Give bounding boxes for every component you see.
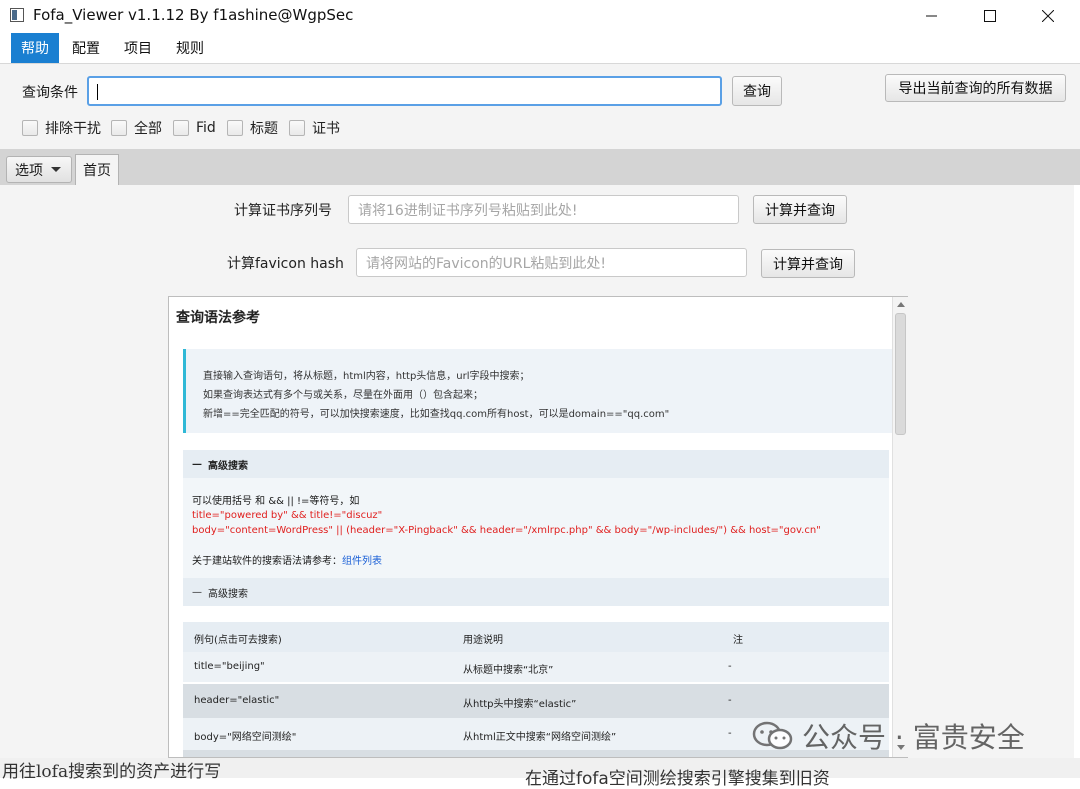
info-line: 如果查询表达式有多个与或关系，尽量在外面用（）包含起来； [203, 390, 483, 401]
table-row[interactable]: header="elastic" 从http头中搜索“elastic” - [183, 684, 889, 718]
export-all-button[interactable]: 导出当前查询的所有数据 [885, 74, 1066, 102]
cert-calc-button[interactable]: 计算并查询 [753, 195, 847, 224]
favicon-url-input[interactable]: 请将网站的Favicon的URL粘贴到此处! [356, 248, 747, 277]
cert-label: 计算证书序列号 [234, 203, 332, 219]
menu-help[interactable]: 帮助 [11, 33, 59, 63]
query-input[interactable] [87, 76, 722, 106]
cert-serial-input[interactable]: 请将16进制证书序列号粘贴到此处! [348, 195, 739, 224]
background-text: 用往lofa搜索到的资产进行写 [2, 762, 222, 782]
tab-home[interactable]: 首页 [75, 154, 119, 185]
advanced-intro: 可以使用括号 和 && || !=等符号，如 [192, 496, 360, 507]
syntax-reference-panel[interactable]: 查询语法参考 直接输入查询语句，将从标题，html内容，http头信息，url字… [168, 296, 908, 758]
info-line: 新增==完全匹配的符号，可以加快搜索速度，比如查找qq.com所有host，可以… [203, 409, 670, 420]
example-syntax: body="content=WordPress" || (header="X-P… [192, 525, 821, 536]
checkbox-box [111, 120, 127, 136]
query-panel: 查询条件 查询 导出当前查询的所有数据 排除干扰 全部 Fid 标题 证书 [0, 64, 1080, 150]
checkbox-box [22, 120, 38, 136]
checkbox-cert[interactable]: 证书 [289, 118, 340, 138]
example-syntax: title="powered by" && title!="discuz" [192, 510, 383, 521]
window-title: Fofa_Viewer v1.1.12 By f1ashine@WgpSec [33, 6, 354, 24]
background-text: 在通过fofa空间测绘搜索引擎搜集到旧资 [525, 769, 830, 789]
minimize-button[interactable] [908, 0, 956, 32]
advanced-search-body: 可以使用括号 和 && || !=等符号，如 title="powered by… [183, 478, 889, 578]
chevron-down-icon [51, 167, 61, 172]
favicon-label: 计算favicon hash [227, 256, 344, 272]
checkbox-box [289, 120, 305, 136]
component-ref: 关于建站软件的搜索语法请参考：组件列表 [192, 556, 382, 567]
info-line: 直接输入查询语句，将从标题，html内容，http头信息，url字段中搜索； [203, 371, 530, 382]
section-advanced-search-1[interactable]: — 高级搜索 [183, 450, 889, 478]
close-button[interactable] [1024, 0, 1072, 32]
menu-project[interactable]: 项目 [114, 33, 162, 63]
query-label: 查询条件 [22, 85, 78, 101]
wechat-icon [752, 721, 793, 750]
checkbox-all[interactable]: 全部 [111, 118, 162, 138]
menu-bar: 帮助 配置 项目 规则 [0, 33, 1080, 64]
menu-rules[interactable]: 规则 [166, 33, 214, 63]
menu-config[interactable]: 配置 [62, 33, 110, 63]
section-advanced-search-2[interactable]: — 高级搜索 [183, 578, 889, 606]
reference-title: 查询语法参考 [176, 310, 260, 326]
minimize-icon [926, 15, 937, 17]
table-row[interactable]: title="beijing" 从标题中搜索“北京” - [183, 652, 889, 682]
title-bar: Fofa_Viewer v1.1.12 By f1ashine@WgpSec [0, 0, 1080, 32]
checkbox-exclude-noise[interactable]: 排除干扰 [22, 118, 101, 138]
favicon-calc-button[interactable]: 计算并查询 [761, 249, 855, 278]
reference-scrollbar[interactable] [892, 297, 909, 757]
table-header: 例句(点击可去搜索) 用途说明 注 [183, 622, 889, 652]
query-button[interactable]: 查询 [732, 76, 782, 106]
scroll-thumb[interactable] [895, 313, 906, 435]
scroll-up-icon[interactable] [897, 302, 905, 307]
checkbox-title[interactable]: 标题 [227, 118, 278, 138]
tab-strip: 选项 首页 [0, 149, 1080, 185]
checkbox-box [227, 120, 243, 136]
maximize-button[interactable] [966, 0, 1014, 32]
checkbox-box [173, 120, 189, 136]
maximize-icon [984, 10, 996, 22]
watermark: 公众号 · 富贵安全 [752, 716, 1025, 756]
options-dropdown[interactable]: 选项 [6, 156, 72, 183]
info-callout: 直接输入查询语句，将从标题，html内容，http头信息，url字段中搜索； 如… [183, 349, 892, 433]
close-icon [1042, 10, 1054, 22]
component-list-link[interactable]: 组件列表 [342, 556, 382, 567]
app-icon [10, 8, 24, 22]
checkbox-fid[interactable]: Fid [173, 118, 216, 138]
